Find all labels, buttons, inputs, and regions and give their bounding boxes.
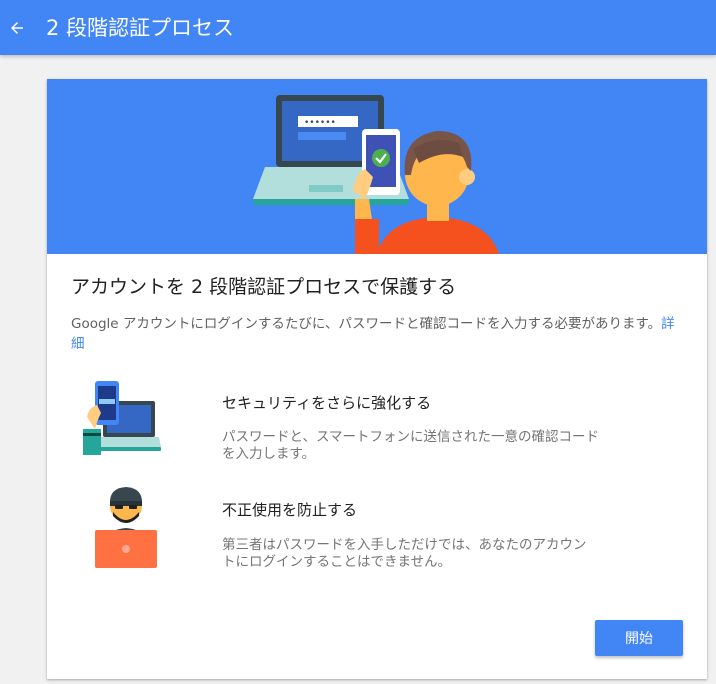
back-button[interactable] [0, 0, 34, 55]
intro-card: •••••• アカウントを 2 段階認証プロセスで保護する Google アカウ… [47, 79, 707, 679]
feature-security-icon [81, 377, 163, 461]
feature-security-description: パスワードと、スマートフォンに送信された一意の確認コードを入力します。 [222, 429, 600, 462]
laptop-phone-verification-illustration: •••••• [253, 95, 499, 254]
feature-protect-description: 第三者はパスワードを入手しただけでは、あなたのアカウントにログインすることはでき… [222, 537, 587, 570]
feature-protect-icon [89, 484, 163, 574]
password-mask: •••••• [304, 118, 336, 128]
page-title: 2 段階認証プロセス [46, 16, 235, 40]
start-button[interactable]: 開始 [595, 620, 683, 656]
feature-protect-title: 不正使用を防止する [222, 501, 358, 519]
feature-security-title: セキュリティをさらに強化する [222, 394, 432, 412]
app-bar: 2 段階認証プロセス [0, 0, 716, 55]
hacker-laptop-icon [95, 487, 157, 568]
phone-laptop-icon [83, 381, 161, 455]
card-description: Google アカウントにログインするたびに、パスワードと確認コードを入力する必… [71, 314, 683, 354]
card-title: アカウントを 2 段階認証プロセスで保護する [71, 276, 457, 298]
arrow-back-icon [11, 21, 23, 34]
description-text: Google アカウントにログインするたびに、パスワードと確認コードを入力する必… [71, 316, 662, 332]
hero-banner: •••••• [47, 79, 707, 254]
